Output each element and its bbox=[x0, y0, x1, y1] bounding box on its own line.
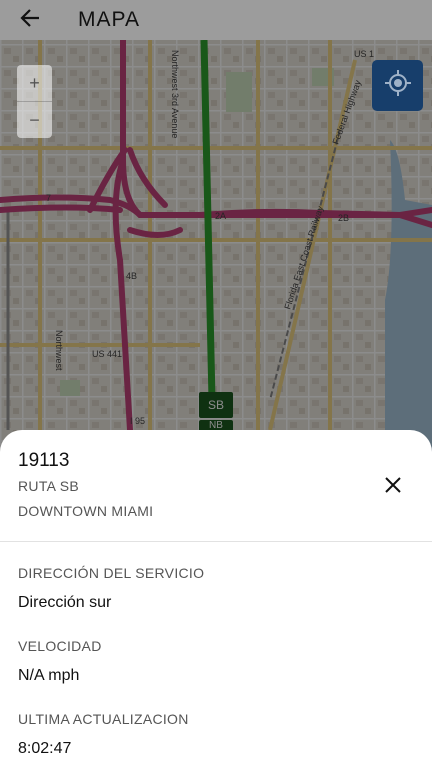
exit-label-7: 7 bbox=[46, 193, 51, 203]
my-location-button[interactable] bbox=[372, 60, 423, 111]
street-label-us441: US 441 bbox=[92, 349, 122, 359]
zoom-out-button[interactable]: − bbox=[17, 102, 52, 138]
vehicle-id: 19113 bbox=[18, 450, 70, 471]
route-badge-sb[interactable]: SB bbox=[199, 392, 233, 418]
close-button[interactable] bbox=[380, 474, 406, 500]
zoom-control: + − bbox=[17, 65, 52, 138]
back-button[interactable] bbox=[0, 0, 60, 40]
page-title: MAPA bbox=[78, 8, 140, 31]
exit-label-2a: 2A bbox=[215, 211, 226, 221]
exit-label-2b: 2B bbox=[338, 213, 349, 223]
zoom-in-button[interactable]: + bbox=[17, 65, 52, 101]
close-icon bbox=[384, 476, 402, 499]
destination: DOWNTOWN MIAMI bbox=[18, 503, 154, 519]
route-name: RUTA SB bbox=[18, 478, 79, 494]
app-bar: MAPA bbox=[0, 0, 432, 40]
vehicle-details-sheet: 19113 RUTA SB DOWNTOWN MIAMI DIRECCIÓN D… bbox=[0, 430, 432, 768]
divider bbox=[0, 541, 432, 542]
last-update-value: 8:02:47 bbox=[18, 740, 72, 757]
direction-label: DIRECCIÓN DEL SERVICIO bbox=[18, 565, 205, 581]
street-label-3rd-ave: Northwest 3rd Avenue bbox=[170, 50, 180, 138]
speed-value: N/A mph bbox=[18, 667, 80, 684]
speed-label: VELOCIDAD bbox=[18, 638, 102, 654]
street-label-us1: US 1 bbox=[354, 49, 374, 59]
arrow-left-icon bbox=[19, 7, 41, 34]
direction-value: Dirección sur bbox=[18, 594, 112, 611]
last-update-label: ULTIMA ACTUALIZACION bbox=[18, 711, 189, 727]
street-label-northwest: Northwest bbox=[54, 330, 64, 371]
exit-label-4b: 4B bbox=[126, 271, 137, 281]
street-label-i95: I 95 bbox=[130, 416, 145, 426]
crosshair-icon bbox=[384, 69, 412, 102]
